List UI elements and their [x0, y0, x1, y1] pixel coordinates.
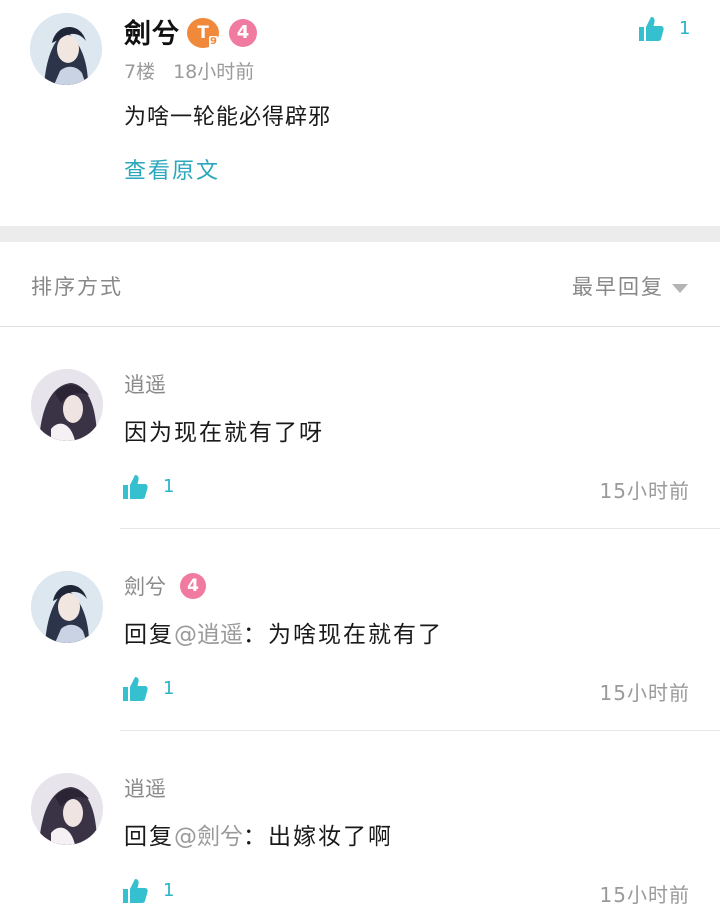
- avatar-image: [31, 369, 103, 441]
- level-badge: 4: [180, 573, 206, 599]
- reply-content: 因为现在就有了呀: [124, 413, 324, 447]
- mention-link[interactable]: @劍兮: [174, 824, 243, 850]
- title-badge-text: T: [197, 23, 209, 43]
- level-badge: 4: [229, 19, 257, 47]
- reply-content: 回复@劍兮：出嫁妆了啊: [124, 817, 393, 851]
- original-post: 劍兮 T9 4 7楼 18小时前 为啥一轮能必得辟邪 查看原文 1: [0, 0, 720, 226]
- reply-author-name[interactable]: 逍遥: [124, 773, 166, 803]
- reply-item: 劍兮 4 回复@逍遥：为啥现在就有了 1 15小时前: [0, 529, 720, 731]
- reply-time: 15小时前: [599, 883, 690, 907]
- reply-like-button[interactable]: 1: [120, 674, 190, 708]
- reply-like-button[interactable]: 1: [120, 472, 190, 506]
- sort-bar: 排序方式 最早回复: [0, 242, 720, 327]
- reply-like-button[interactable]: 1: [120, 876, 190, 910]
- reply-like-count: 1: [163, 678, 175, 699]
- post-content: 为啥一轮能必得辟邪: [124, 105, 332, 130]
- post-time: 18小时前: [173, 61, 255, 83]
- reply-like-count: 1: [163, 476, 175, 497]
- avatar-image: [31, 571, 103, 643]
- sort-dropdown[interactable]: 最早回复: [572, 271, 688, 301]
- thumbs-up-icon: [123, 677, 148, 701]
- reply-text: ：出嫁妆了啊: [243, 824, 393, 850]
- reply-text: 因为现在就有了呀: [124, 420, 324, 446]
- title-badge-sub: 9: [209, 36, 218, 48]
- reply-content: 回复@逍遥：为啥现在就有了: [124, 615, 443, 649]
- reply-author-name[interactable]: 劍兮: [124, 571, 166, 601]
- caret-down-icon: [672, 283, 688, 293]
- reply-like-count: 1: [163, 880, 175, 901]
- post-like-button[interactable]: 1: [636, 14, 696, 48]
- sort-selected-value: 最早回复: [572, 275, 664, 299]
- reply-text: ：为啥现在就有了: [243, 622, 443, 648]
- reply-time: 15小时前: [599, 479, 690, 503]
- avatar-image: [31, 773, 103, 845]
- reply-time: 15小时前: [599, 681, 690, 705]
- avatar[interactable]: [30, 13, 102, 85]
- reply-prefix: 回复: [124, 824, 174, 850]
- section-divider: [0, 226, 720, 242]
- title-badge: T9: [187, 18, 219, 48]
- comment-thread-screen: 劍兮 T9 4 7楼 18小时前 为啥一轮能必得辟邪 查看原文 1 排序方式 最早…: [0, 0, 720, 922]
- reply-item: 逍遥 回复@劍兮：出嫁妆了啊 1 15小时前: [0, 731, 720, 922]
- avatar[interactable]: [31, 369, 103, 441]
- sort-label: 排序方式: [31, 275, 123, 299]
- view-original-link[interactable]: 查看原文: [124, 153, 220, 185]
- avatar[interactable]: [31, 571, 103, 643]
- post-like-count: 1: [679, 18, 691, 39]
- thumbs-up-icon: [123, 879, 148, 903]
- post-meta: 7楼 18小时前: [124, 57, 254, 84]
- avatar[interactable]: [31, 773, 103, 845]
- reply-author-name[interactable]: 逍遥: [124, 369, 166, 399]
- reply-item: 逍遥 因为现在就有了呀 1 15小时前: [0, 327, 720, 529]
- mention-link[interactable]: @逍遥: [174, 622, 243, 648]
- avatar-image: [30, 13, 102, 85]
- thumbs-up-icon: [639, 17, 664, 41]
- post-author-name[interactable]: 劍兮: [124, 12, 180, 51]
- thumbs-up-icon: [123, 475, 148, 499]
- reply-prefix: 回复: [124, 622, 174, 648]
- floor-number: 7楼: [124, 61, 156, 83]
